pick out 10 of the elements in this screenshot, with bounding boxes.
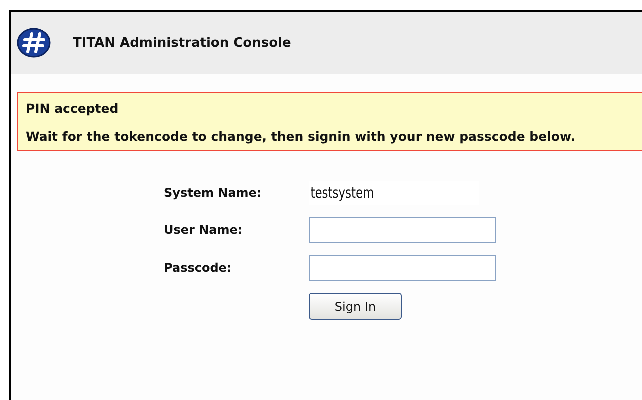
field-label: Passcode: [164, 261, 233, 275]
alert-message: Wait for the tokencode to change, then signin with your new passcode below. [26, 129, 576, 144]
input-field[interactable] [309, 217, 496, 243]
sign-in-button[interactable]: Sign In [309, 293, 402, 320]
console-title: TITAN Administration Console [73, 36, 292, 50]
alert-heading: PIN accepted [26, 101, 120, 116]
hash-logo-icon [17, 27, 53, 59]
field-label: System Name: [164, 186, 263, 200]
field-label: User Name: [164, 223, 244, 237]
input-field[interactable] [309, 255, 496, 281]
